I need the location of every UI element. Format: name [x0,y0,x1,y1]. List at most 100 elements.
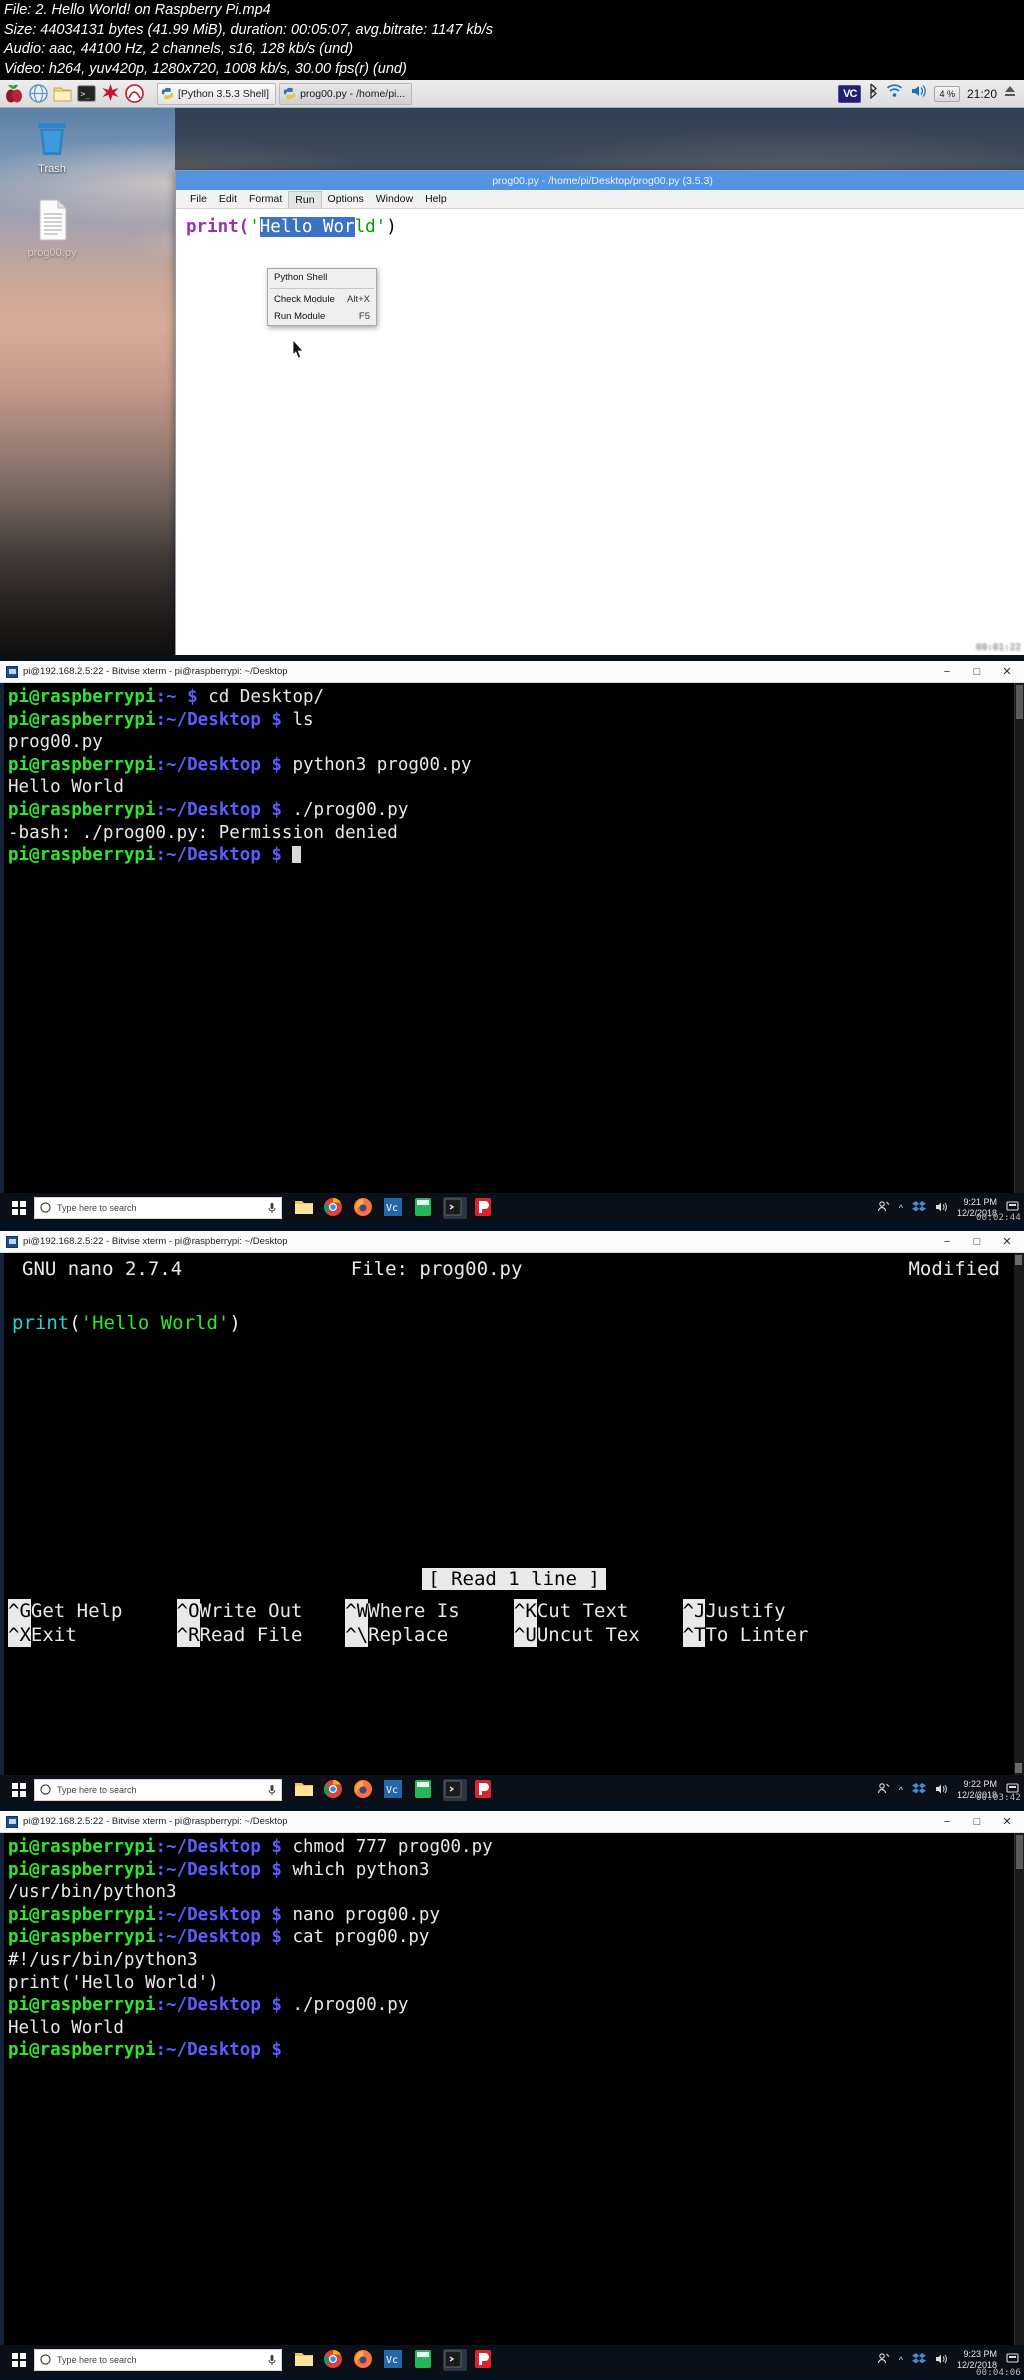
volume-icon[interactable] [935,1783,948,1797]
nano-shortcut-cut-text[interactable]: ^K Cut Text [513,1599,683,1623]
windows-taskbar[interactable]: Type here to search Vc ^ 9:21 PM 12/2/20… [0,1193,1024,1222]
taskbar-chrome-icon[interactable] [323,1779,347,1801]
taskbar-clock[interactable]: 9:23 PM 12/2/2018 [957,2349,997,2370]
raspberry-pi-tray[interactable]: VC 4 % 21:20 [838,83,1020,104]
taskbar-search-input[interactable]: Type here to search [34,1196,282,1219]
mathematica-icon[interactable] [124,83,145,104]
taskbar-camtasia-icon[interactable] [473,2349,497,2371]
action-center-icon[interactable] [1006,2352,1020,2367]
taskbar-calculator-icon[interactable] [413,1197,437,1219]
nano-shortcut-to-linter[interactable]: ^T To Linter [682,1623,852,1647]
close-button[interactable]: ✕ [992,1232,1022,1252]
windows-start-button[interactable] [4,1200,34,1215]
nano-shortcut-replace[interactable]: ^\ Replace [345,1623,514,1647]
windows-taskbar[interactable]: Type here to search Vc ^ 9:22 PM 12/2/20… [0,1775,1024,1804]
nano-shortcut-justify[interactable]: ^J Justify [682,1599,852,1623]
minimize-button[interactable]: − [932,1232,962,1252]
minimize-button[interactable]: − [932,1812,962,1832]
cpu-meter-icon[interactable]: 4 % [934,85,960,102]
idle-menu-run[interactable]: Run [288,190,322,208]
idle-menu-options[interactable]: Options [322,191,370,207]
taskbar-firefox-icon[interactable] [353,1197,377,1219]
terminal-scrollbar[interactable] [1014,1833,1024,2345]
nano-shortcut-read-file[interactable]: ^R Read File [176,1623,346,1647]
taskbar-file-explorer-icon[interactable] [293,1779,317,1801]
taskbar-file-explorer-icon[interactable] [293,1197,317,1219]
terminal-scrollbar[interactable] [1014,683,1024,1193]
wolfram-icon[interactable] [100,83,121,104]
idle-code-area[interactable]: print('Hello World') [176,209,1024,245]
eject-icon[interactable] [1004,84,1016,103]
desktop-icon-prog00[interactable]: prog00.py [14,198,90,259]
idle-menu-format[interactable]: Format [243,191,288,207]
nano-shortcut-where-is[interactable]: ^W Where Is [345,1599,514,1623]
bitvise-window-titlebar[interactable]: pi@192.168.2.5:22 - Bitvise xterm - pi@r… [0,1811,1024,1833]
idle-menubar[interactable]: File Edit Format Run Options Window Help [176,190,1024,209]
idle-run-dropdown[interactable]: Python Shell Check Module Alt+X Run Modu… [267,268,377,326]
tray-expand-chevron-icon[interactable]: ^ [899,1785,903,1795]
taskbar-bitvise-icon[interactable] [443,1778,467,1801]
volume-icon[interactable] [935,2353,948,2367]
menu-item-python-shell[interactable]: Python Shell [268,269,376,286]
close-button[interactable]: ✕ [992,662,1022,682]
taskbar-bitvise-icon[interactable] [443,2348,467,2371]
vnc-server-icon[interactable]: VC [838,84,862,103]
windows-start-button[interactable] [4,1782,34,1797]
taskbar-chrome-icon[interactable] [323,2349,347,2371]
idle-editor-window[interactable]: prog00.py - /home/pi/Desktop/prog00.py (… [175,170,1024,655]
taskbar-file-explorer-icon[interactable] [293,2349,317,2371]
terminal-output-area[interactable]: pi@raspberrypi:~ $ cd Desktop/ pi@raspbe… [0,683,1024,1193]
minimize-button[interactable]: − [932,662,962,682]
idle-menu-edit[interactable]: Edit [213,191,243,207]
taskbar-camtasia-icon[interactable] [473,1779,497,1801]
taskbar-firefox-icon[interactable] [353,1779,377,1801]
taskbar-vscode-icon[interactable]: Vc [383,1197,407,1219]
taskbar-vscode-icon[interactable]: Vc [383,2349,407,2371]
raspberry-pi-taskbar[interactable]: >_ [Python 3.5.3 Shell] prog00.py - /hom… [0,80,1024,108]
dropbox-icon[interactable] [911,1200,926,1215]
raspberry-menu-icon[interactable] [4,83,25,104]
windows-start-button[interactable] [4,2352,34,2367]
taskbar-search-input[interactable]: Type here to search [34,1778,282,1801]
terminal-icon[interactable]: >_ [76,83,97,104]
taskbar-chrome-icon[interactable] [323,1197,347,1219]
file-manager-icon[interactable] [52,83,73,104]
nano-scrollbar[interactable] [1014,1253,1024,1775]
dropbox-icon[interactable] [911,2352,926,2367]
network-people-icon[interactable] [877,1200,890,1215]
tray-expand-chevron-icon[interactable]: ^ [899,2355,903,2365]
terminal-output-area[interactable]: pi@raspberrypi:~/Desktop $ chmod 777 pro… [0,1833,1024,2345]
nano-text-content[interactable]: print('Hello World') [4,1281,1024,1335]
idle-menu-file[interactable]: File [184,191,213,207]
idle-menu-window[interactable]: Window [370,191,419,207]
volume-icon[interactable] [910,83,927,104]
maximize-button[interactable]: □ [962,662,992,682]
taskbar-window-prog00[interactable]: prog00.py - /home/pi... [279,82,413,105]
taskbar-clock[interactable]: 21:20 [967,87,997,101]
maximize-button[interactable]: □ [962,1812,992,1832]
taskbar-camtasia-icon[interactable] [473,1197,497,1219]
menu-item-run-module[interactable]: Run Module F5 [268,308,376,325]
volume-icon[interactable] [935,1201,948,1215]
tray-expand-chevron-icon[interactable]: ^ [899,1203,903,1213]
taskbar-firefox-icon[interactable] [353,2349,377,2371]
taskbar-calculator-icon[interactable] [413,1779,437,1801]
taskbar-window-python-shell[interactable]: [Python 3.5.3 Shell] [157,82,277,105]
windows-system-tray[interactable]: ^ 9:23 PM 12/2/2018 [877,2349,1020,2370]
bluetooth-icon[interactable] [868,83,879,104]
bitvise-window-titlebar[interactable]: pi@192.168.2.5:22 - Bitvise xterm - pi@r… [0,1231,1024,1253]
bitvise-window-titlebar[interactable]: pi@192.168.2.5:22 - Bitvise xterm - pi@r… [0,661,1024,683]
taskbar-calculator-icon[interactable] [413,2349,437,2371]
taskbar-search-input[interactable]: Type here to search [34,2348,282,2371]
maximize-button[interactable]: □ [962,1232,992,1252]
desktop-icon-trash[interactable]: Trash [14,118,90,175]
wifi-icon[interactable] [886,83,903,104]
taskbar-vscode-icon[interactable]: Vc [383,1779,407,1801]
nano-shortcut-exit[interactable]: ^X Exit [8,1623,177,1647]
menu-item-check-module[interactable]: Check Module Alt+X [268,291,376,308]
dropbox-icon[interactable] [911,1782,926,1797]
network-people-icon[interactable] [877,1782,890,1797]
taskbar-bitvise-icon[interactable] [443,1196,467,1219]
nano-shortcut-uncut-text[interactable]: ^U Uncut Tex [513,1623,683,1647]
network-people-icon[interactable] [877,2352,890,2367]
